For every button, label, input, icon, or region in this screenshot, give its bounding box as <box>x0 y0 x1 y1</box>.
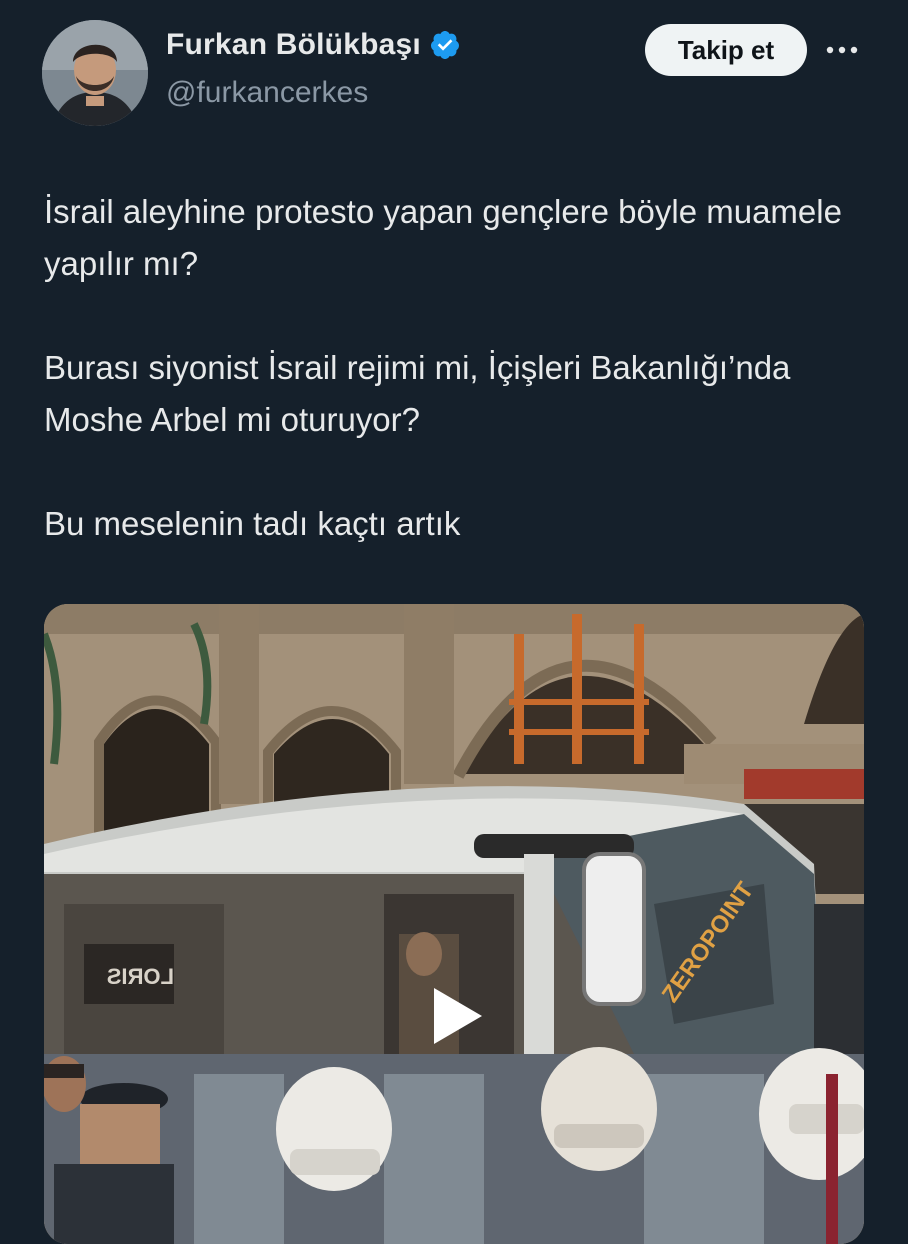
tweet-paragraph: Bu meselenin tadı kaçtı artık <box>44 505 461 542</box>
video-thumbnail[interactable]: LORIS ZEROPOINT <box>44 604 864 1244</box>
avatar-photo <box>42 20 148 126</box>
play-button[interactable] <box>406 968 506 1068</box>
tweet-header: Furkan Bölükbaşı @furkancerkes Takip et <box>0 0 908 140</box>
author-handle[interactable]: @furkancerkes <box>166 76 368 110</box>
author-name-row: Furkan Bölükbaşı <box>166 28 461 62</box>
play-icon <box>426 984 486 1053</box>
tweet-paragraph: Burası siyonist İsrail rejimi mi, İçişle… <box>44 349 791 438</box>
avatar[interactable] <box>42 20 148 126</box>
author-display-name[interactable]: Furkan Bölükbaşı <box>166 28 421 62</box>
tweet-text: İsrail aleyhine protesto yapan gençlere … <box>44 186 874 550</box>
verified-badge-icon <box>429 29 461 61</box>
tweet-paragraph: İsrail aleyhine protesto yapan gençlere … <box>44 193 842 282</box>
more-options-icon[interactable] <box>822 30 862 70</box>
shop-sign-text: LORIS <box>107 964 174 989</box>
video-scene: LORIS ZEROPOINT <box>44 604 864 1244</box>
follow-button[interactable]: Takip et <box>645 24 807 76</box>
